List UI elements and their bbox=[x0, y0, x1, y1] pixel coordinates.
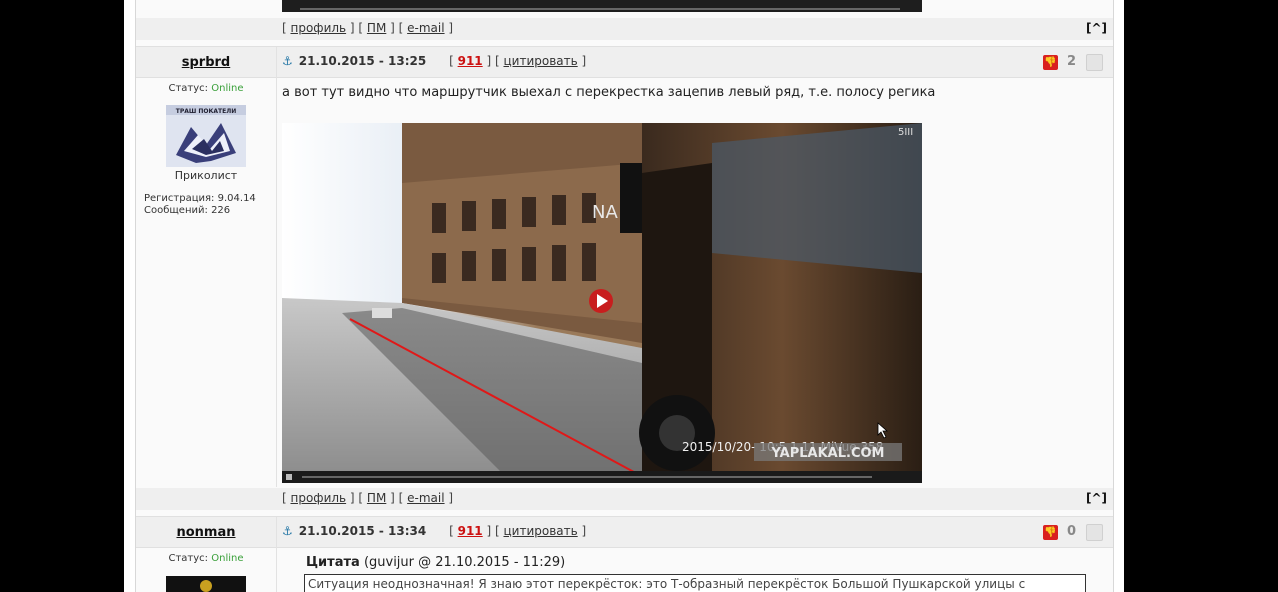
quote-link[interactable]: цитировать bbox=[503, 524, 577, 538]
author-name[interactable]: nonman bbox=[136, 525, 276, 540]
author-name[interactable]: sprbrd bbox=[136, 55, 276, 70]
status-online: Online bbox=[211, 553, 244, 564]
anchor-icon[interactable]: ⚓ bbox=[282, 54, 293, 68]
messages-label: Сообщений: bbox=[144, 205, 208, 216]
post-date: 21.10.2015 - 13:34 bbox=[298, 524, 427, 538]
vote-box: 👎 0 bbox=[1043, 524, 1105, 542]
post-body: Статус: Online ТРАШ ПОКАТЕЛИ Приколист Р… bbox=[136, 77, 1113, 487]
video-player[interactable]: NA 5III 2015/10/20- 10:5 1 11 MiVue 358 … bbox=[282, 123, 922, 483]
thumb-down-icon[interactable]: 👎 bbox=[1043, 525, 1058, 540]
vote-count: 0 bbox=[1067, 524, 1077, 539]
email-link[interactable]: e-mail bbox=[407, 21, 444, 35]
user-rank: Приколист bbox=[174, 169, 238, 182]
post-text: а вот тут видно что маршрутчик выехал с … bbox=[282, 85, 936, 100]
previous-post-footer: [ профиль ] [ ПМ ] [ e-mail ] [^] bbox=[136, 18, 1113, 40]
report-link[interactable]: 911 bbox=[458, 54, 483, 68]
quote-link[interactable]: цитировать bbox=[503, 54, 577, 68]
post-meta: ⚓ 21.10.2015 - 13:25 [ 911 ] [ цитировать… bbox=[282, 54, 587, 68]
avatar bbox=[166, 576, 246, 592]
quote-title: Цитата bbox=[306, 555, 360, 570]
status-online: Online bbox=[211, 83, 244, 94]
video-watermark: YAPLAKAL.COM bbox=[771, 446, 885, 461]
status-label: Статус: bbox=[168, 553, 209, 564]
quote-header: Цитата (guvijur @ 21.10.2015 - 11:29) bbox=[306, 555, 565, 570]
previous-post-links: [ профиль ] [ ПМ ] [ e-mail ] bbox=[282, 21, 454, 35]
profile-link[interactable]: профиль bbox=[291, 491, 347, 505]
post-meta: ⚓ 21.10.2015 - 13:34 [ 911 ] [ цитировать… bbox=[282, 524, 587, 538]
pm-link[interactable]: ПМ bbox=[367, 21, 386, 35]
author-cell: nonman bbox=[136, 517, 277, 547]
forum-table: [ профиль ] [ ПМ ] [ e-mail ] [^] sprbrd… bbox=[135, 0, 1114, 592]
thumb-up-icon[interactable] bbox=[1086, 54, 1103, 71]
page: [ профиль ] [ ПМ ] [ e-mail ] [^] sprbrd… bbox=[124, 0, 1124, 592]
registration-date: 9.04.14 bbox=[217, 193, 256, 204]
status-line: Статус: Online bbox=[136, 553, 276, 564]
video-frame: NA 5III 2015/10/20- 10:5 1 11 MiVue 358 … bbox=[282, 123, 922, 483]
status-label: Статус: bbox=[168, 83, 209, 94]
messages-count: 226 bbox=[211, 205, 231, 216]
messages-line: Сообщений: 226 bbox=[144, 205, 276, 216]
post-header: nonman ⚓ 21.10.2015 - 13:34 [ 911 ] [ цит… bbox=[136, 516, 1113, 548]
avatar: ТРАШ ПОКАТЕЛИ bbox=[166, 105, 246, 167]
previous-video-bottom bbox=[136, 0, 1113, 14]
video-brand-text: NA bbox=[592, 202, 618, 223]
avatar-image: ТРАШ ПОКАТЕЛИ bbox=[166, 105, 246, 167]
post-header: sprbrd ⚓ 21.10.2015 - 13:25 [ 911 ] [ цит… bbox=[136, 46, 1113, 78]
profile-link[interactable]: профиль bbox=[291, 21, 347, 35]
pm-link[interactable]: ПМ bbox=[367, 491, 386, 505]
post-body: Статус: Online Цитата (guvijur @ 21.10.2… bbox=[136, 547, 1113, 592]
report-link[interactable]: 911 bbox=[458, 524, 483, 538]
video-corner-text: 5III bbox=[898, 127, 913, 138]
post-links: [ профиль ] [ ПМ ] [ e-mail ] bbox=[282, 491, 454, 505]
quote-meta: (guvijur @ 21.10.2015 - 11:29) bbox=[363, 555, 566, 570]
vote-box: 👎 2 bbox=[1043, 54, 1105, 72]
email-link[interactable]: e-mail bbox=[407, 491, 444, 505]
avatar-caption: ТРАШ ПОКАТЕЛИ bbox=[176, 108, 237, 115]
status-line: Статус: Online bbox=[136, 83, 276, 94]
author-cell: sprbrd bbox=[136, 47, 277, 77]
post-footer: [ профиль ] [ ПМ ] [ e-mail ] [^] bbox=[136, 488, 1113, 510]
quote-body: Ситуация неоднозначная! Я знаю этот пере… bbox=[304, 574, 1086, 592]
anchor-icon[interactable]: ⚓ bbox=[282, 524, 293, 538]
vote-count: 2 bbox=[1067, 54, 1077, 69]
to-top-link[interactable]: [^] bbox=[1086, 21, 1107, 35]
previous-video-controls[interactable] bbox=[282, 0, 922, 12]
post-date: 21.10.2015 - 13:25 bbox=[298, 54, 427, 68]
avatar-emblem bbox=[200, 580, 212, 592]
registration-label: Регистрация: bbox=[144, 193, 215, 204]
thumb-down-icon[interactable]: 👎 bbox=[1043, 55, 1058, 70]
registration-line: Регистрация: 9.04.14 bbox=[144, 193, 276, 204]
to-top-link[interactable]: [^] bbox=[1086, 491, 1107, 505]
thumb-up-icon[interactable] bbox=[1086, 524, 1103, 541]
